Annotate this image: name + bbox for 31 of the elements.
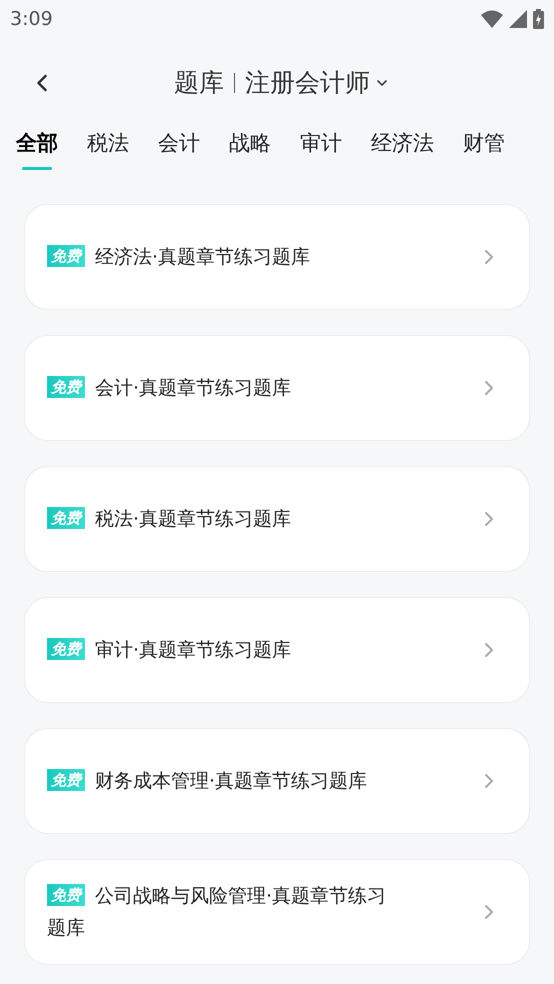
signal-icon: [509, 10, 527, 28]
bank-title: 免费 公司战略与风险管理·真题章节练习题库: [47, 883, 388, 941]
question-bank-card[interactable]: 免费 公司战略与风险管理·真题章节练习题库: [24, 859, 530, 965]
category-tab[interactable]: 审计: [300, 128, 342, 170]
exam-selector[interactable]: 注册会计师: [245, 64, 390, 102]
bank-title: 免费 税法·真题章节练习题库: [47, 503, 401, 535]
free-badge: 免费: [47, 769, 85, 791]
free-badge: 免费: [47, 376, 85, 398]
category-tab[interactable]: 财管: [463, 128, 505, 170]
bank-title: 免费 经济法·真题章节练习题库: [47, 241, 401, 273]
free-badge: 免费: [47, 884, 85, 906]
category-tab[interactable]: 经济法: [371, 128, 434, 170]
free-badge: 免费: [47, 638, 85, 660]
category-tab[interactable]: 全部: [16, 128, 58, 170]
question-bank-card[interactable]: 免费 审计·真题章节练习题库: [24, 597, 530, 703]
bank-title: 免费 审计·真题章节练习题库: [47, 634, 401, 666]
question-bank-card[interactable]: 免费 税法·真题章节练习题库: [24, 466, 530, 572]
category-tab[interactable]: 战略: [229, 128, 271, 170]
question-bank-card[interactable]: 免费 经济法·真题章节练习题库: [24, 204, 530, 310]
bank-title: 免费 财务成本管理·真题章节练习题库: [47, 765, 401, 797]
question-bank-card[interactable]: 免费 会计·真题章节练习题库: [24, 335, 530, 441]
status-time: 3:09: [10, 6, 53, 32]
free-badge: 免费: [47, 507, 85, 529]
wifi-icon: [481, 10, 503, 28]
question-bank-card[interactable]: 免费 财务成本管理·真题章节练习题库: [24, 728, 530, 834]
battery-icon: [533, 9, 544, 29]
free-badge: 免费: [47, 245, 85, 267]
category-tab[interactable]: 会计: [158, 128, 200, 170]
bank-title: 免费 会计·真题章节练习题库: [47, 372, 401, 404]
category-tab[interactable]: 税法: [87, 128, 129, 170]
page-title: 题库: [174, 67, 224, 100]
